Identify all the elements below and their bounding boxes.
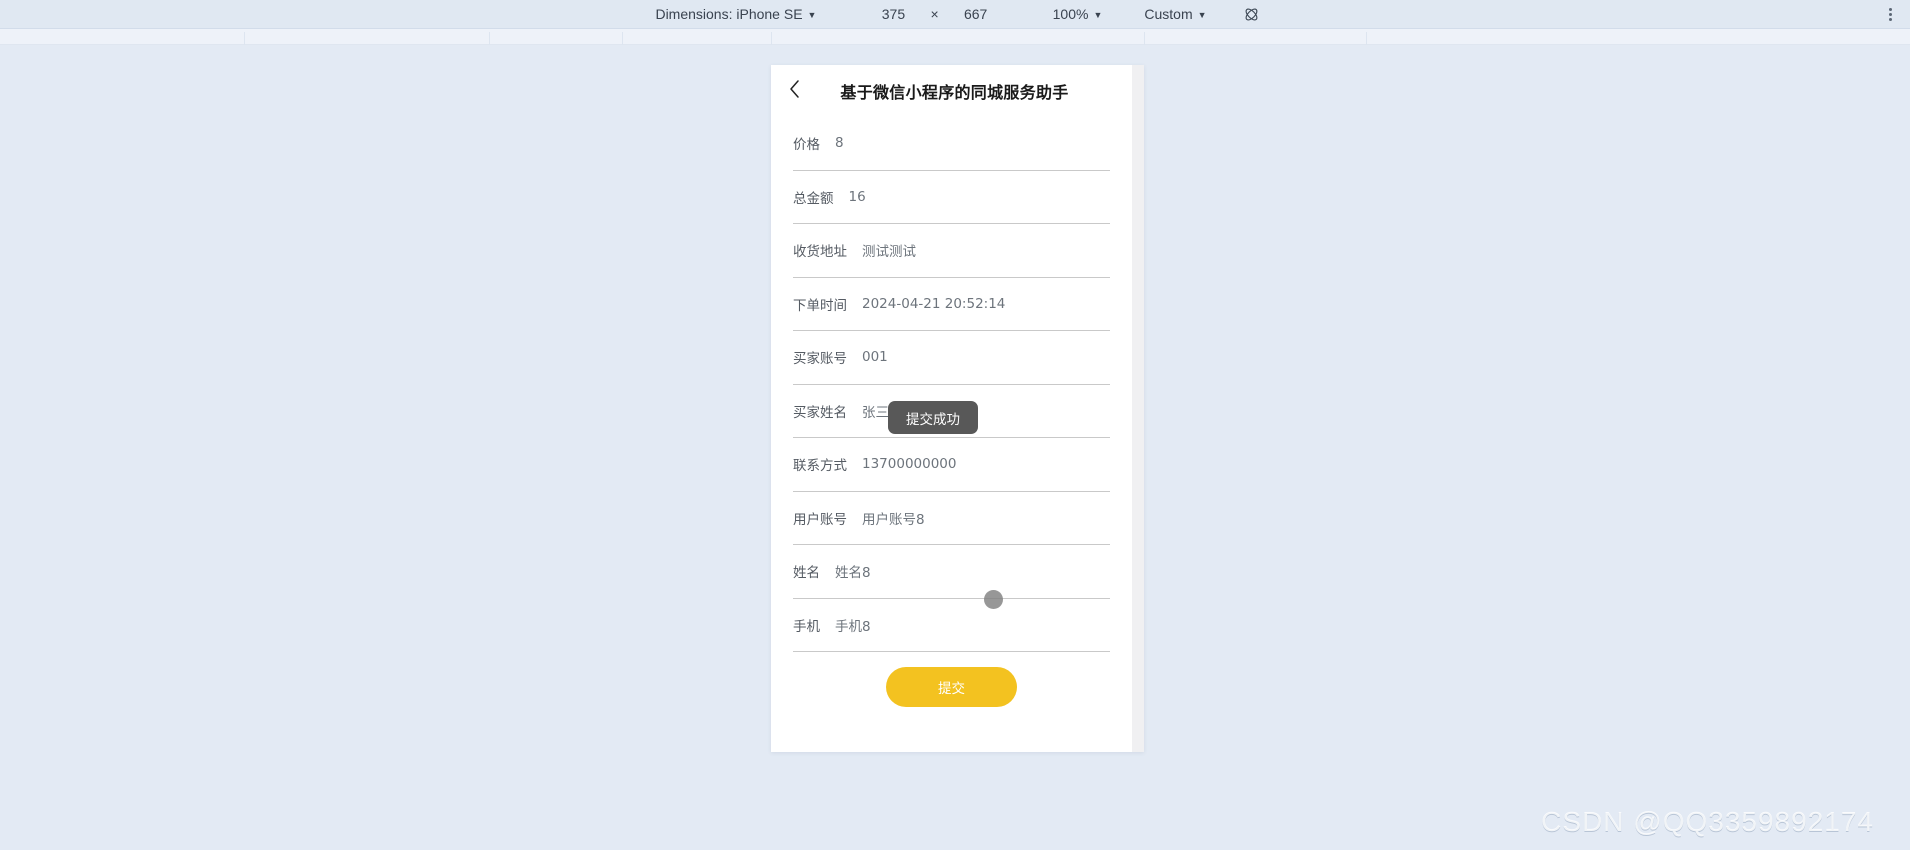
watermark: CSDN @QQ3359892174 — [1541, 806, 1874, 837]
table-row[interactable]: 联系方式 13700000000 — [793, 438, 1110, 492]
zoom-level-label: 100% — [1052, 6, 1089, 22]
rotate-device-icon[interactable] — [1241, 3, 1263, 25]
table-row[interactable]: 总金额 16 — [793, 171, 1110, 224]
device-dimensions-dropdown[interactable]: Dimensions: iPhone SE ▼ — [647, 3, 824, 25]
dot — [1888, 17, 1892, 21]
device-width-input[interactable]: 375 — [866, 6, 920, 22]
chevron-down-icon: ▼ — [1197, 9, 1207, 20]
row-value: 2024-04-21 20:52:14 — [862, 295, 1006, 312]
chevron-down-icon: ▼ — [807, 9, 817, 20]
row-value: 16 — [848, 188, 866, 205]
device-screen: 基于微信小程序的同城服务助手 价格 8 总金额 16 收货地址 测试测试 下单时… — [771, 65, 1132, 752]
dimension-multiply-symbol: × — [930, 6, 939, 22]
device-height-input[interactable]: 667 — [949, 6, 1003, 22]
table-row[interactable]: 价格 8 — [793, 117, 1110, 171]
page-title: 基于微信小程序的同城服务助手 — [840, 83, 1069, 102]
row-value: 用户账号8 — [862, 511, 925, 528]
row-label: 收货地址 — [793, 244, 847, 261]
device-dimensions-label: Dimensions: iPhone SE — [655, 6, 803, 22]
page-scrollbar[interactable] — [1132, 65, 1144, 752]
table-row[interactable]: 用户账号 用户账号8 — [793, 492, 1110, 545]
dot — [1888, 7, 1892, 11]
row-value: 8 — [835, 135, 844, 152]
emulation-canvas: 基于微信小程序的同城服务助手 价格 8 总金额 16 收货地址 测试测试 下单时… — [0, 45, 1910, 850]
table-row[interactable]: 手机 手机8 — [793, 599, 1110, 652]
viewport-ruler — [0, 29, 1910, 45]
more-options-icon[interactable] — [1880, 4, 1900, 24]
back-button[interactable] — [771, 65, 817, 117]
app-navigation-bar: 基于微信小程序的同城服务助手 — [771, 65, 1132, 117]
ruler-tick — [622, 32, 623, 45]
row-value: 姓名8 — [835, 565, 871, 582]
table-row[interactable]: 姓名 姓名8 — [793, 545, 1110, 599]
ruler-tick — [1366, 32, 1367, 45]
submit-row: 提交 — [793, 652, 1110, 722]
row-label: 用户账号 — [793, 511, 847, 528]
cursor-indicator — [984, 590, 1003, 609]
ruler-tick — [1144, 32, 1145, 45]
ruler-tick — [771, 32, 772, 45]
chevron-down-icon: ▼ — [1093, 9, 1103, 20]
ruler-tick — [489, 32, 490, 45]
network-preset-label: Custom — [1144, 6, 1193, 22]
chevron-left-icon — [788, 79, 801, 104]
device-emulation-toolbar: Dimensions: iPhone SE ▼ 375 × 667 100% ▼… — [0, 0, 1910, 29]
row-value: 张三 — [862, 404, 889, 421]
submit-button[interactable]: 提交 — [886, 667, 1017, 707]
row-label: 总金额 — [793, 190, 834, 207]
zoom-level-dropdown[interactable]: 100% ▼ — [1045, 3, 1111, 25]
row-value: 手机8 — [835, 618, 871, 635]
table-row[interactable]: 下单时间 2024-04-21 20:52:14 — [793, 278, 1110, 331]
ruler-tick — [244, 32, 245, 45]
row-value: 13700000000 — [862, 456, 957, 473]
row-label: 价格 — [793, 137, 820, 154]
row-label: 手机 — [793, 618, 820, 635]
toast-message: 提交成功 — [888, 401, 978, 434]
row-label: 联系方式 — [793, 458, 847, 475]
row-value: 001 — [862, 349, 888, 366]
table-row[interactable]: 买家账号 001 — [793, 331, 1110, 385]
row-value: 测试测试 — [862, 244, 916, 261]
device-frame: 基于微信小程序的同城服务助手 价格 8 总金额 16 收货地址 测试测试 下单时… — [771, 65, 1144, 752]
device-toolbar-controls: Dimensions: iPhone SE ▼ 375 × 667 100% ▼… — [647, 3, 1262, 25]
dot — [1888, 12, 1892, 16]
row-label: 下单时间 — [793, 297, 847, 314]
table-row[interactable]: 收货地址 测试测试 — [793, 224, 1110, 278]
row-label: 买家姓名 — [793, 404, 847, 421]
row-label: 买家账号 — [793, 351, 847, 368]
row-label: 姓名 — [793, 565, 820, 582]
network-preset-dropdown[interactable]: Custom ▼ — [1136, 3, 1214, 25]
order-detail-form: 价格 8 总金额 16 收货地址 测试测试 下单时间 2024-04-21 20… — [771, 117, 1132, 752]
